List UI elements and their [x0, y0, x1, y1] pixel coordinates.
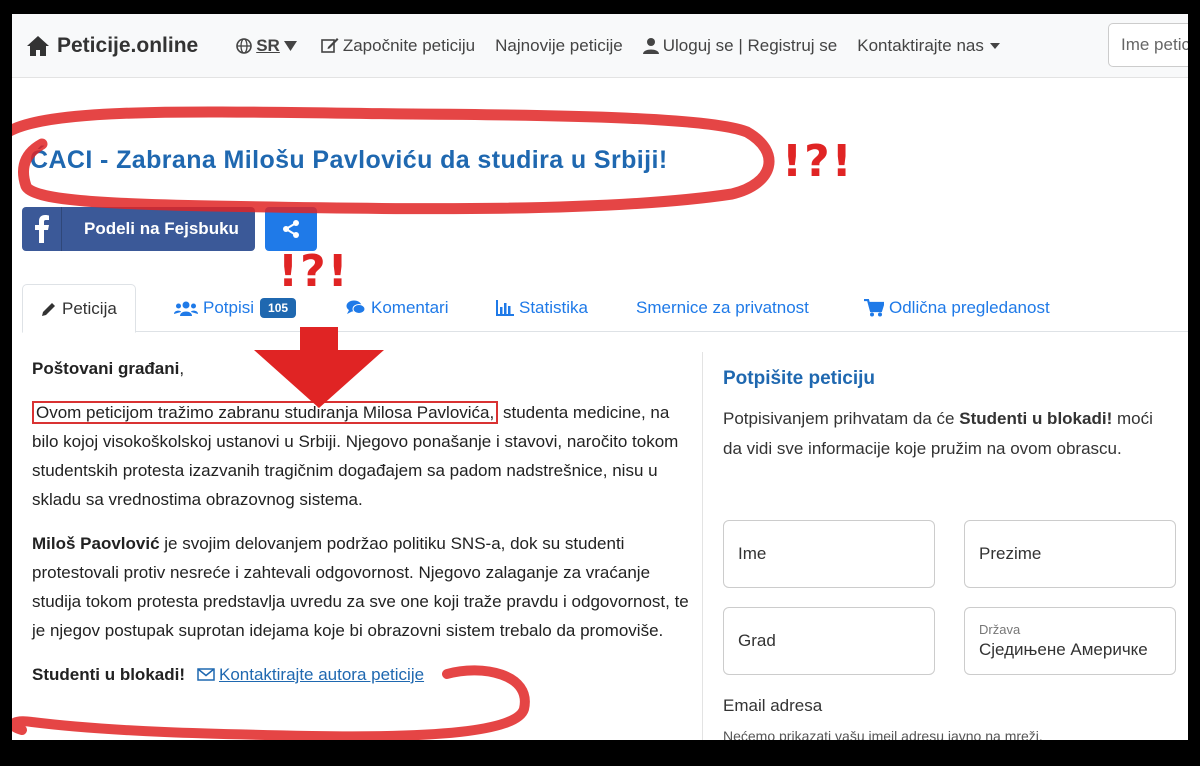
search-input[interactable]: Ime petic: [1108, 23, 1188, 67]
cart-icon: [864, 299, 884, 317]
caret-down-icon: [989, 42, 1000, 49]
first-name-field[interactable]: Ime: [723, 520, 935, 588]
brand-name: Peticije.online: [57, 33, 199, 57]
tab-comments-label: Komentari: [371, 298, 449, 317]
language-label: SR: [256, 35, 280, 55]
last-name-field[interactable]: Prezime: [964, 520, 1176, 588]
paragraph-2: Miloš Paovlović je svojim delovanjem pod…: [32, 529, 692, 645]
tab-signatures[interactable]: Potpisi 105: [174, 284, 297, 332]
tab-promotion[interactable]: Odlična pregledanost: [864, 284, 1050, 332]
sign-form-title: Potpišite peticiju: [723, 368, 876, 389]
sign-form-intro: Potpisivanjem prihvatam da će Studenti u…: [723, 404, 1163, 464]
petition-title: ĆACI - Zabrana Milošu Pavloviću da studi…: [30, 146, 668, 174]
browser-viewport: Peticije.online SR Započnite peticiju Na…: [12, 14, 1188, 740]
brand-link[interactable]: Peticije.online: [26, 34, 198, 58]
nav-login-label: Uloguj se | Registruj se: [662, 35, 838, 55]
facebook-icon: [22, 207, 62, 251]
tab-petition[interactable]: Peticija: [22, 284, 136, 333]
paragraph-2-name: Miloš Paovlović: [32, 534, 160, 553]
tab-privacy-label: Smernice za privatnost: [636, 298, 809, 317]
envelope-icon: [197, 668, 215, 681]
sign-form-panel: Potpišite peticiju Potpisivanjem prihvat…: [702, 352, 1188, 740]
navbar: Peticije.online SR Započnite peticiju Na…: [12, 14, 1188, 78]
nav-latest-petitions[interactable]: Najnovije peticije: [495, 36, 623, 56]
greeting-paragraph: Poštovani građani,: [32, 354, 692, 383]
author-name: Studenti u blokadi!: [32, 665, 185, 684]
email-label: Email adresa: [723, 696, 823, 715]
nav-latest-label: Najnovije peticije: [495, 35, 623, 55]
user-icon: [642, 38, 659, 54]
triangle-down-icon: [283, 40, 297, 51]
edit-icon: [321, 38, 339, 53]
nav-start-petition[interactable]: Započnite peticiju: [321, 36, 475, 56]
language-selector[interactable]: SR: [236, 36, 301, 56]
highlighted-sentence: Ovom peticijom tražimo zabranu studiranj…: [32, 401, 499, 424]
tab-petition-label: Peticija: [62, 298, 117, 318]
petition-tabs: Peticija Potpisi 105 Komentari Statistik…: [22, 284, 1188, 333]
signatures-count-badge: 105: [260, 298, 297, 318]
nav-contact-dropdown[interactable]: Kontaktirajte nas: [857, 36, 1000, 56]
comments-icon: [346, 300, 366, 314]
tab-signatures-label: Potpisi: [203, 298, 255, 317]
nav-login-register[interactable]: Uloguj se | Registruj se: [642, 35, 838, 56]
bar-chart-icon: [496, 300, 514, 316]
greeting-comma: ,: [179, 359, 185, 378]
city-placeholder: Grad: [738, 631, 776, 650]
pencil-icon: [42, 302, 55, 316]
city-field[interactable]: Grad: [723, 607, 935, 675]
share-facebook-label: Podeli na Fejsbuku: [84, 219, 239, 238]
tab-statistics-label: Statistika: [519, 298, 588, 317]
globe-icon: [236, 37, 253, 54]
author-line: Studenti u blokadi! Kontaktirajte autora …: [32, 660, 692, 689]
first-name-placeholder: Ime: [738, 544, 767, 563]
greeting: Poštovani građani: [32, 359, 180, 378]
country-value: Сједињене Америчке: [979, 640, 1148, 659]
tab-comments[interactable]: Komentari: [346, 284, 448, 332]
contact-author-label: Kontaktirajte autora peticije: [219, 665, 425, 684]
intro-pre: Potpisivanjem prihvatam da će: [723, 409, 960, 428]
nav-contact-label: Kontaktirajte nas: [857, 35, 984, 55]
intro-author: Studenti u blokadi!: [959, 409, 1113, 428]
share-icon: [283, 220, 299, 238]
paragraph-1: Ovom peticijom tražimo zabranu studiranj…: [32, 398, 692, 514]
tab-promotion-label: Odlična pregledanost: [889, 298, 1050, 317]
tab-privacy[interactable]: Smernice za privatnost: [636, 284, 809, 332]
annotation-exclaim-title: !?!: [782, 136, 854, 187]
contact-author-link[interactable]: Kontaktirajte autora peticije: [197, 665, 424, 684]
email-help-text: Nećemo prikazati vašu imejl adresu javno…: [723, 728, 1043, 740]
country-select[interactable]: Država Сједињене Америчке: [964, 607, 1176, 675]
home-icon: [27, 35, 49, 56]
share-button[interactable]: [265, 207, 317, 251]
share-facebook-button[interactable]: Podeli na Fejsbuku: [22, 207, 255, 251]
nav-start-label: Započnite peticiju: [342, 35, 476, 55]
users-icon: [174, 301, 198, 316]
last-name-placeholder: Prezime: [979, 544, 1042, 563]
petition-body: Poštovani građani, Ovom peticijom tražim…: [32, 354, 692, 704]
country-label: Država: [979, 622, 1021, 637]
tab-statistics[interactable]: Statistika: [496, 284, 588, 332]
